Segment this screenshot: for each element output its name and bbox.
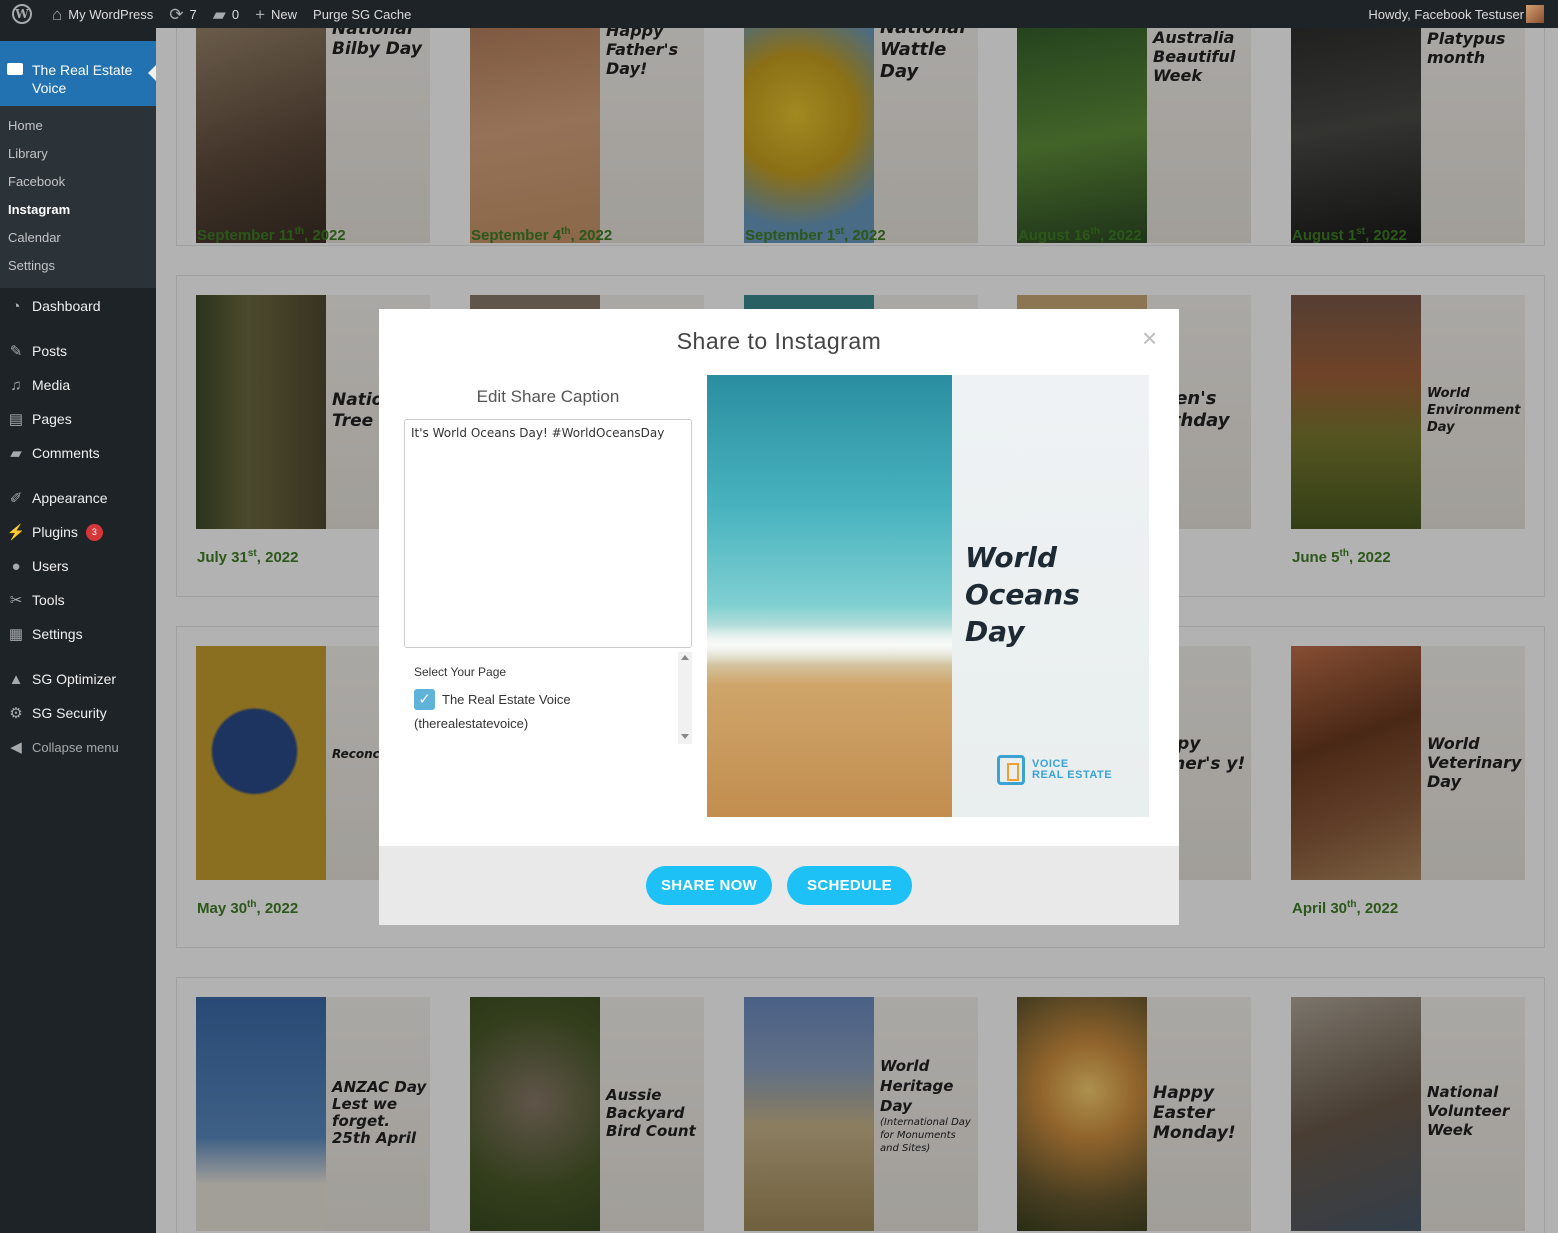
current-arrow bbox=[148, 65, 156, 81]
menu-label: SG Security bbox=[32, 705, 107, 721]
menu-label: Plugins bbox=[32, 524, 78, 540]
submenu-home[interactable]: Home bbox=[0, 112, 156, 140]
settings-icon: ▦ bbox=[8, 626, 24, 643]
optimizer-icon: ▲ bbox=[8, 670, 24, 688]
menu-label: SG Optimizer bbox=[32, 671, 117, 687]
sidebar-item-posts[interactable]: ✎ Posts bbox=[0, 334, 156, 368]
comment-bubble-icon: ▰ bbox=[212, 4, 226, 24]
menu-label: Posts bbox=[32, 343, 68, 359]
menu-label: Comments bbox=[32, 445, 100, 461]
submenu-settings[interactable]: Settings bbox=[0, 252, 156, 280]
sidebar-item-sg-security[interactable]: ⚙ SG Security bbox=[0, 696, 156, 730]
modal-title: Share to Instagram bbox=[676, 328, 882, 354]
logo-line: REAL ESTATE bbox=[1032, 769, 1113, 781]
purge-label: Purge SG Cache bbox=[313, 6, 412, 22]
preview-title-line: Day bbox=[965, 615, 1025, 648]
sidebar-item-pages[interactable]: ▤ Pages bbox=[0, 402, 156, 436]
collapse-icon: ◀ bbox=[10, 739, 22, 756]
schedule-button[interactable]: SCHEDULE bbox=[787, 866, 912, 905]
admin-sidebar: The Real Estate Voice Home Library Faceb… bbox=[0, 28, 156, 1233]
admin-bar: W ⌂ My WordPress ⟳ 7 ▰ 0 + New Purge SG Cach… bbox=[0, 0, 1558, 28]
menu-label: Settings bbox=[32, 626, 83, 642]
share-now-button[interactable]: SHARE NOW bbox=[646, 866, 772, 905]
share-modal: Share to Instagram × Edit Share Caption … bbox=[379, 309, 1179, 925]
menu-label: Media bbox=[32, 377, 71, 393]
preview-title: World Oceans Day bbox=[965, 539, 1080, 650]
menu-label: Appearance bbox=[32, 490, 108, 506]
updates-count: 7 bbox=[189, 6, 197, 22]
wordpress-logo-button[interactable]: W bbox=[0, 0, 44, 28]
page-handle: (therealestatevoice) bbox=[414, 716, 529, 731]
menu-label: Dashboard bbox=[32, 298, 101, 314]
pages-icon: ▤ bbox=[8, 411, 24, 428]
foam-layer bbox=[707, 625, 952, 665]
page-list-scrollbar[interactable] bbox=[678, 652, 692, 744]
howdy-label: Howdy, Facebook Testuser bbox=[1368, 6, 1524, 22]
comment-icon: ▰ bbox=[10, 445, 22, 462]
sidebar-item-appearance[interactable]: ✐ Appearance bbox=[0, 481, 156, 515]
brand-logo: VOICE REAL ESTATE bbox=[997, 755, 1112, 785]
dashboard-icon: ◔ bbox=[11, 297, 21, 315]
plus-icon: + bbox=[255, 4, 266, 24]
collapse-menu-button[interactable]: ◀ Collapse menu bbox=[0, 730, 156, 764]
post-preview-image: World Oceans Day VOICE REAL ESTATE bbox=[707, 375, 1149, 817]
preview-title-line: Oceans bbox=[965, 578, 1080, 611]
page-checkbox[interactable]: ✓ bbox=[414, 689, 435, 710]
scroll-down-icon[interactable] bbox=[681, 734, 689, 739]
sidebar-item-comments[interactable]: ▰ Comments bbox=[0, 436, 156, 470]
home-icon: ⌂ bbox=[52, 4, 63, 24]
comments-count: 0 bbox=[231, 6, 240, 22]
purge-cache-link[interactable]: Purge SG Cache bbox=[305, 0, 419, 28]
preview-title-line: World bbox=[965, 541, 1058, 574]
caption-textarea[interactable]: It's World Oceans Day! #WorldOceansDay bbox=[404, 419, 692, 648]
ocean-image bbox=[707, 375, 952, 817]
plugin-icon: ⚡ bbox=[6, 524, 26, 541]
sidebar-item-dashboard[interactable]: ◔ Dashboard bbox=[0, 289, 156, 323]
scroll-up-icon[interactable] bbox=[681, 655, 689, 660]
user-icon: ● bbox=[11, 557, 21, 575]
plugin-submenu: Home Library Facebook Instagram Calendar… bbox=[0, 106, 156, 288]
site-name-link[interactable]: ⌂ My WordPress bbox=[44, 0, 161, 28]
page-name: The Real Estate Voice bbox=[442, 692, 571, 707]
close-icon[interactable]: × bbox=[1142, 323, 1157, 354]
account-menu[interactable]: Howdy, Facebook Testuser bbox=[1360, 0, 1558, 28]
media-icon: ♫ bbox=[10, 376, 22, 394]
sidebar-item-plugins[interactable]: ⚡ Plugins 3 bbox=[0, 515, 156, 549]
new-label: New bbox=[271, 6, 298, 22]
sidebar-item-users[interactable]: ● Users bbox=[0, 549, 156, 583]
menu-label: Users bbox=[32, 558, 69, 574]
sidebar-item-media[interactable]: ♫ Media bbox=[0, 368, 156, 402]
sidebar-item-sg-optimizer[interactable]: ▲ SG Optimizer bbox=[0, 662, 156, 696]
new-content-link[interactable]: + New bbox=[247, 0, 305, 28]
modal-footer: SHARE NOW SCHEDULE bbox=[379, 846, 1179, 925]
updates-link[interactable]: ⟳ 7 bbox=[161, 0, 204, 28]
sidebar-current-label: The Real Estate Voice bbox=[32, 62, 133, 96]
select-page-label: Select Your Page bbox=[414, 665, 507, 679]
page-select-box: Select Your Page ✓ The Real Estate Voice… bbox=[404, 652, 692, 744]
plugins-update-badge: 3 bbox=[85, 523, 103, 541]
wordpress-icon: W bbox=[12, 4, 32, 24]
refresh-icon: ⟳ bbox=[169, 4, 184, 24]
logo-text: VOICE REAL ESTATE bbox=[1032, 759, 1112, 781]
menu-label: Collapse menu bbox=[32, 739, 119, 755]
caption-heading: Edit Share Caption bbox=[476, 387, 620, 406]
sidebar-item-settings[interactable]: ▦ Settings bbox=[0, 617, 156, 651]
submenu-library[interactable]: Library bbox=[0, 140, 156, 168]
menu-label: Pages bbox=[32, 411, 72, 427]
submenu-facebook[interactable]: Facebook bbox=[0, 168, 156, 196]
comments-link[interactable]: ▰ 0 bbox=[205, 0, 247, 28]
sidebar-item-tools[interactable]: ✂ Tools bbox=[0, 583, 156, 617]
wrench-icon: ✂ bbox=[9, 592, 23, 609]
site-name-label: My WordPress bbox=[68, 6, 154, 22]
house-logo-icon bbox=[997, 755, 1025, 785]
avatar bbox=[1526, 5, 1544, 23]
sidebar-item-real-estate-voice[interactable]: The Real Estate Voice bbox=[0, 41, 156, 106]
folder-icon bbox=[7, 63, 23, 75]
security-icon: ⚙ bbox=[9, 705, 23, 722]
pin-icon: ✎ bbox=[9, 343, 23, 360]
brush-icon: ✐ bbox=[9, 490, 23, 507]
submenu-instagram[interactable]: Instagram bbox=[0, 196, 156, 224]
menu-label: Tools bbox=[32, 592, 65, 608]
submenu-calendar[interactable]: Calendar bbox=[0, 224, 156, 252]
